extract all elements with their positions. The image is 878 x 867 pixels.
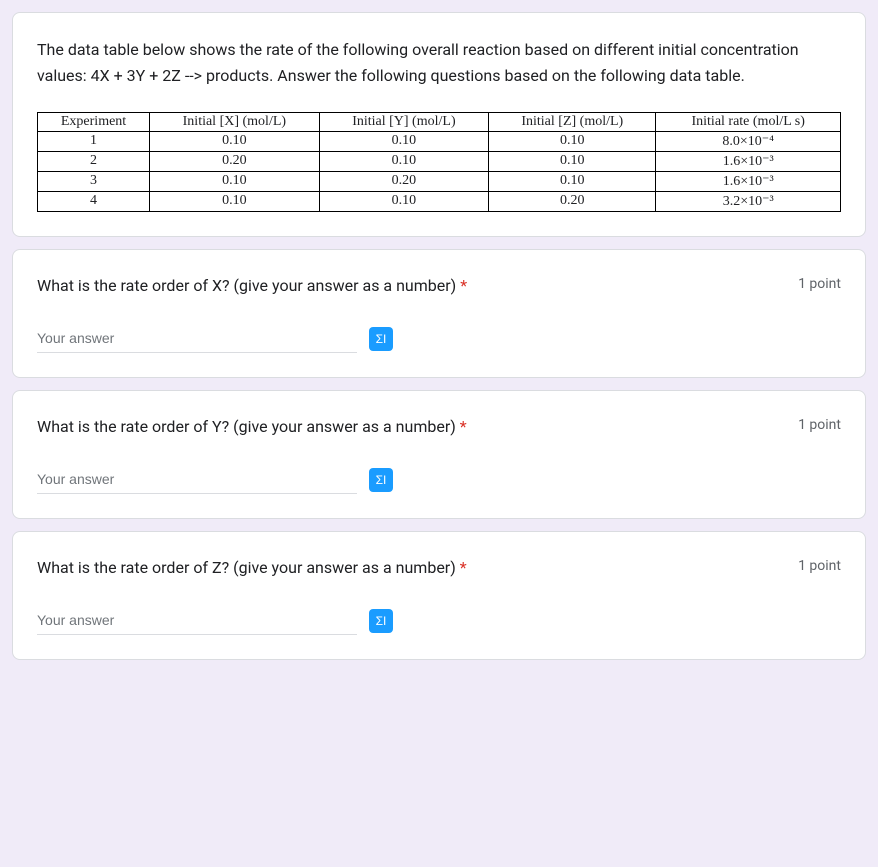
cell: 8.0×10⁻⁴ — [656, 131, 841, 151]
cell: 0.10 — [150, 131, 320, 151]
cell: 0.10 — [489, 171, 656, 191]
cell: 3 — [38, 171, 150, 191]
table-row: 3 0.10 0.20 0.10 1.6×10⁻³ — [38, 171, 841, 191]
table-row: 4 0.10 0.10 0.20 3.2×10⁻³ — [38, 191, 841, 211]
sigma-icon: ΣΙ — [376, 614, 387, 628]
sigma-icon: ΣΙ — [376, 473, 387, 487]
col-header: Initial rate (mol/L s) — [656, 112, 841, 131]
cell: 1.6×10⁻³ — [656, 171, 841, 191]
table-row: 2 0.20 0.10 0.10 1.6×10⁻³ — [38, 151, 841, 171]
equation-editor-button[interactable]: ΣΙ — [369, 468, 393, 492]
required-marker: * — [460, 558, 467, 577]
answer-row: ΣΙ — [37, 326, 841, 353]
sigma-icon: ΣΙ — [376, 332, 387, 346]
points-label: 1 point — [782, 274, 841, 292]
question-card-y: What is the rate order of Y? (give your … — [12, 390, 866, 519]
question-label: What is the rate order of Y? (give your … — [37, 417, 456, 436]
points-label: 1 point — [782, 556, 841, 574]
equation-editor-button[interactable]: ΣΙ — [369, 609, 393, 633]
question-card-x: What is the rate order of X? (give your … — [12, 249, 866, 378]
answer-input[interactable] — [37, 326, 357, 353]
col-header: Experiment — [38, 112, 150, 131]
question-text: What is the rate order of Z? (give your … — [37, 556, 467, 580]
question-header: What is the rate order of X? (give your … — [37, 274, 841, 298]
intro-text: The data table below shows the rate of t… — [37, 37, 841, 90]
answer-row: ΣΙ — [37, 608, 841, 635]
data-table: Experiment Initial [X] (mol/L) Initial [… — [37, 112, 841, 212]
answer-input[interactable] — [37, 467, 357, 494]
cell: 0.10 — [319, 191, 489, 211]
question-header: What is the rate order of Y? (give your … — [37, 415, 841, 439]
required-marker: * — [460, 417, 467, 436]
cell: 0.20 — [489, 191, 656, 211]
cell: 0.10 — [319, 151, 489, 171]
col-header: Initial [Y] (mol/L) — [319, 112, 489, 131]
cell: 4 — [38, 191, 150, 211]
equation-editor-button[interactable]: ΣΙ — [369, 327, 393, 351]
col-header: Initial [X] (mol/L) — [150, 112, 320, 131]
col-header: Initial [Z] (mol/L) — [489, 112, 656, 131]
answer-input[interactable] — [37, 608, 357, 635]
question-header: What is the rate order of Z? (give your … — [37, 556, 841, 580]
cell: 0.20 — [319, 171, 489, 191]
question-text: What is the rate order of Y? (give your … — [37, 415, 467, 439]
cell: 0.10 — [489, 131, 656, 151]
answer-row: ΣΙ — [37, 467, 841, 494]
cell: 0.20 — [150, 151, 320, 171]
question-label: What is the rate order of X? (give your … — [37, 276, 456, 295]
question-card-z: What is the rate order of Z? (give your … — [12, 531, 866, 660]
cell: 0.10 — [489, 151, 656, 171]
intro-card: The data table below shows the rate of t… — [12, 12, 866, 237]
table-row: 1 0.10 0.10 0.10 8.0×10⁻⁴ — [38, 131, 841, 151]
cell: 1 — [38, 131, 150, 151]
required-marker: * — [460, 276, 467, 295]
cell: 2 — [38, 151, 150, 171]
cell: 3.2×10⁻³ — [656, 191, 841, 211]
cell: 0.10 — [319, 131, 489, 151]
points-label: 1 point — [782, 415, 841, 433]
table-header-row: Experiment Initial [X] (mol/L) Initial [… — [38, 112, 841, 131]
question-text: What is the rate order of X? (give your … — [37, 274, 467, 298]
cell: 1.6×10⁻³ — [656, 151, 841, 171]
question-label: What is the rate order of Z? (give your … — [37, 558, 456, 577]
cell: 0.10 — [150, 191, 320, 211]
cell: 0.10 — [150, 171, 320, 191]
